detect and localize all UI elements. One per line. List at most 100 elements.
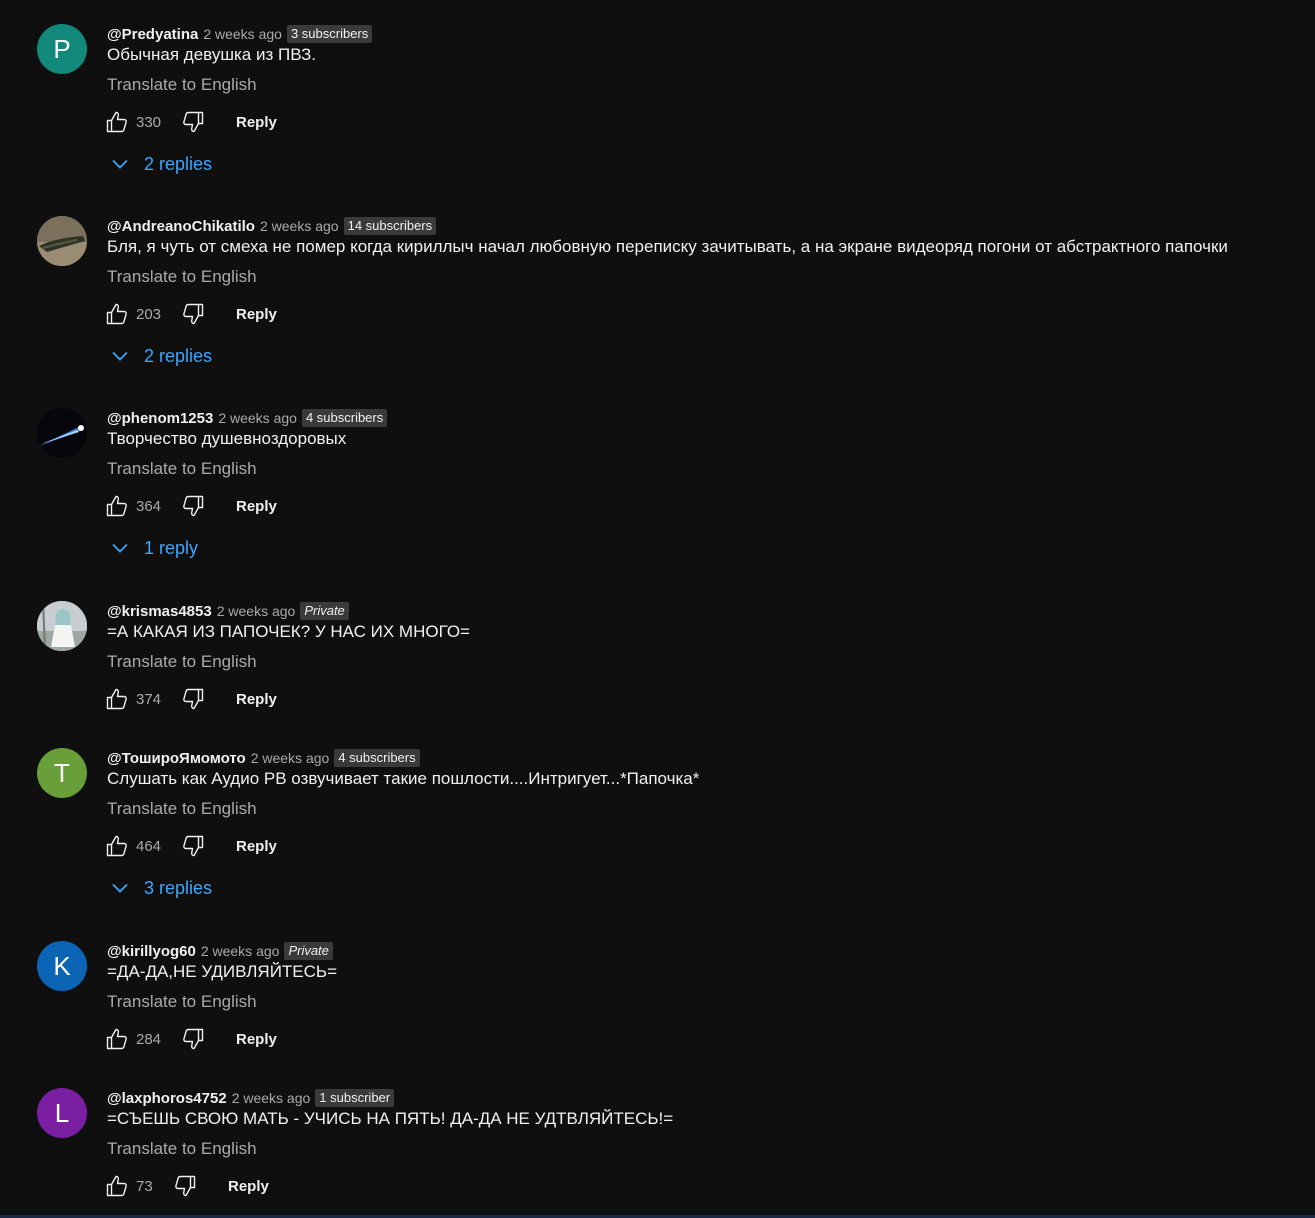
thumbs-down-icon[interactable]	[180, 493, 206, 519]
comment-thread: T @ТошироЯмомото 2 weeks ago 4 subscribers С…	[0, 748, 1315, 918]
comment-time[interactable]: 2 weeks ago	[232, 1090, 311, 1106]
comment-text: =А КАКАЯ ИЗ ПАПОЧЕК? У НАС ИХ МНОГО=	[107, 622, 470, 641]
comment-header: @ТошироЯмомото 2 weeks ago 4 subscribers	[107, 748, 420, 768]
comment-thread: @krismas4853 2 weeks ago Private =А КАКАЯ И…	[0, 601, 1315, 771]
subscriber-badge: Private	[284, 942, 333, 960]
author-name[interactable]: @kirillyog60	[107, 943, 196, 960]
subscriber-badge: Private	[300, 602, 349, 620]
comment-text: Бля, я чуть от смеха не помер когда кири…	[107, 237, 1228, 256]
like-count: 73	[136, 1177, 153, 1195]
thumbs-down-icon[interactable]	[180, 833, 206, 859]
author-name[interactable]: @laxphoros4752	[107, 1090, 227, 1107]
author-name[interactable]: @ТошироЯмомото	[107, 750, 246, 767]
thumbs-up-icon[interactable]	[104, 686, 130, 712]
like-count: 330	[136, 113, 162, 131]
translate-link[interactable]: Translate to English	[107, 1138, 257, 1160]
author-name[interactable]: @krismas4853	[107, 603, 212, 620]
view-replies-button[interactable]: 1 reply	[110, 536, 198, 560]
avatar[interactable]	[37, 408, 87, 458]
thumbs-up-icon[interactable]	[104, 833, 130, 859]
translate-link[interactable]: Translate to English	[107, 266, 257, 288]
comment-actions: 364 Reply	[104, 493, 277, 519]
replies-count: 2 replies	[144, 153, 213, 174]
thumbs-down-icon[interactable]	[180, 1026, 206, 1052]
comment-text: Слушать как Аудио РВ озвучивает такие по…	[107, 769, 700, 788]
subscriber-badge: 4 subscribers	[334, 749, 420, 767]
comment-header: @Predyatina 2 weeks ago 3 subscribers	[107, 24, 373, 44]
thumbs-down-icon[interactable]	[172, 1173, 198, 1199]
comment-thread: K @kirillyog60 2 weeks ago Private =ДА-ДА,НЕ…	[0, 941, 1315, 1111]
avatar[interactable]: K	[37, 941, 87, 991]
author-name[interactable]: @AndreanoChikatilo	[107, 218, 255, 235]
like-count: 284	[136, 1030, 162, 1048]
comment-time[interactable]: 2 weeks ago	[217, 603, 296, 619]
replies-count: 1 reply	[144, 537, 199, 558]
avatar-letter: T	[54, 757, 70, 788]
author-name[interactable]: @Predyatina	[107, 26, 198, 43]
comment-header: @laxphoros4752 2 weeks ago 1 subscriber	[107, 1088, 395, 1108]
replies-count: 3 replies	[144, 877, 213, 898]
chevron-down-icon	[110, 538, 130, 558]
comment-thread: L @laxphoros4752 2 weeks ago 1 subscriber =С…	[0, 1088, 1315, 1218]
comment-thread: P @Predyatina 2 weeks ago 3 subscribers Обыч…	[0, 24, 1315, 194]
reply-button[interactable]: Reply	[236, 114, 277, 131]
like-count: 364	[136, 497, 162, 515]
comment-header: @krismas4853 2 weeks ago Private	[107, 601, 349, 621]
view-replies-button[interactable]: 3 replies	[110, 876, 212, 900]
chevron-down-icon	[110, 878, 130, 898]
translate-link[interactable]: Translate to English	[107, 458, 257, 480]
view-replies-button[interactable]: 2 replies	[110, 152, 212, 176]
comment-actions: 73 Reply	[104, 1173, 269, 1199]
reply-button[interactable]: Reply	[228, 1178, 269, 1195]
avatar[interactable]	[37, 601, 87, 651]
chevron-down-icon	[110, 346, 130, 366]
like-count: 203	[136, 305, 162, 323]
avatar[interactable]	[37, 216, 87, 266]
replies-count: 2 replies	[144, 345, 213, 366]
author-name[interactable]: @phenom1253	[107, 410, 213, 427]
reply-button[interactable]: Reply	[236, 838, 277, 855]
reply-button[interactable]: Reply	[236, 306, 277, 323]
view-replies-button[interactable]: 2 replies	[110, 344, 212, 368]
comment-actions: 284 Reply	[104, 1026, 277, 1052]
comment-time[interactable]: 2 weeks ago	[201, 943, 280, 959]
translate-link[interactable]: Translate to English	[107, 991, 257, 1013]
reply-button[interactable]: Reply	[236, 498, 277, 515]
thumbs-down-icon[interactable]	[180, 109, 206, 135]
thumbs-up-icon[interactable]	[104, 301, 130, 327]
comment-thread: @phenom1253 2 weeks ago 4 subscribers Творч…	[0, 408, 1315, 578]
thumbs-up-icon[interactable]	[104, 493, 130, 519]
comment-time[interactable]: 2 weeks ago	[218, 410, 297, 426]
translate-link[interactable]: Translate to English	[107, 798, 257, 820]
comment-time[interactable]: 2 weeks ago	[251, 750, 330, 766]
thumbs-up-icon[interactable]	[104, 109, 130, 135]
comment-thread: @AndreanoChikatilo 2 weeks ago 14 subscrib…	[0, 216, 1315, 386]
subscriber-badge: 4 subscribers	[301, 409, 388, 427]
avatar-letter: K	[53, 950, 71, 981]
thumbs-up-icon[interactable]	[104, 1173, 130, 1199]
avatar[interactable]: P	[37, 24, 87, 74]
thumbs-down-icon[interactable]	[180, 686, 206, 712]
thumbs-down-icon[interactable]	[180, 301, 206, 327]
comment-header: @phenom1253 2 weeks ago 4 subscribers	[107, 408, 388, 428]
reply-button[interactable]: Reply	[236, 1031, 277, 1048]
comment-actions: 464 Reply	[104, 833, 277, 859]
comment-time[interactable]: 2 weeks ago	[260, 218, 339, 234]
comment-actions: 374 Reply	[104, 686, 277, 712]
avatar-letter: P	[53, 33, 71, 64]
comment-header: @AndreanoChikatilo 2 weeks ago 14 subscrib…	[107, 216, 437, 236]
reply-button[interactable]: Reply	[236, 691, 277, 708]
subscriber-badge: 14 subscribers	[343, 217, 437, 235]
avatar[interactable]: L	[37, 1088, 87, 1138]
comment-header: @kirillyog60 2 weeks ago Private	[107, 941, 333, 961]
like-count: 464	[136, 837, 162, 855]
avatar[interactable]: T	[37, 748, 87, 798]
chevron-down-icon	[110, 154, 130, 174]
thumbs-up-icon[interactable]	[104, 1026, 130, 1052]
comment-actions: 203 Reply	[104, 301, 277, 327]
comment-time[interactable]: 2 weeks ago	[203, 26, 282, 42]
translate-link[interactable]: Translate to English	[107, 651, 257, 673]
translate-link[interactable]: Translate to English	[107, 74, 257, 96]
like-count: 374	[136, 690, 162, 708]
comment-actions: 330 Reply	[104, 109, 277, 135]
